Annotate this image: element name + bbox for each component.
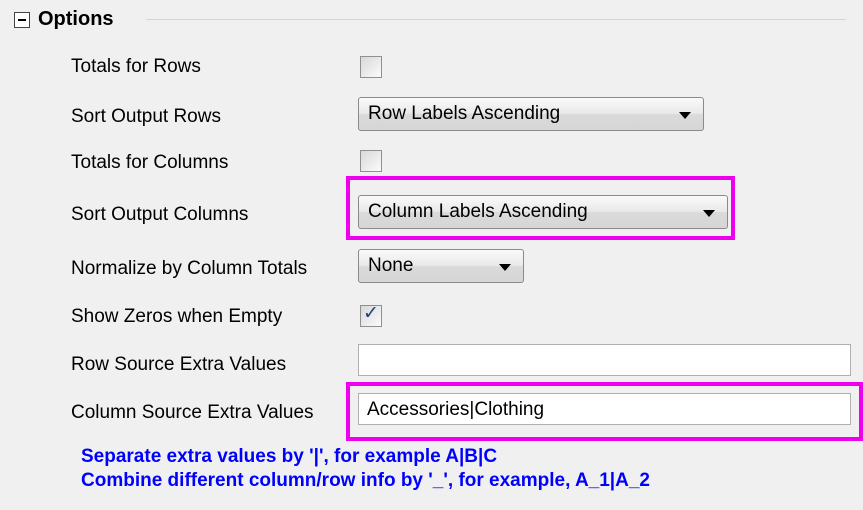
- totals-columns-checkbox[interactable]: [360, 150, 382, 172]
- chevron-down-icon: [679, 112, 691, 119]
- sort-columns-label: Sort Output Columns: [71, 204, 249, 225]
- normalize-dropdown[interactable]: None: [358, 249, 524, 283]
- group-divider: [146, 19, 846, 20]
- row-extra-input[interactable]: [358, 344, 851, 376]
- collapse-icon[interactable]: [14, 12, 30, 28]
- sort-rows-value: Row Labels Ascending: [368, 103, 561, 124]
- show-zeros-label: Show Zeros when Empty: [71, 306, 283, 327]
- row-extra-label: Row Source Extra Values: [71, 354, 287, 375]
- normalize-label: Normalize by Column Totals: [71, 258, 308, 279]
- sort-rows-dropdown[interactable]: Row Labels Ascending: [358, 97, 704, 131]
- sort-columns-highlight: [346, 176, 735, 240]
- col-extra-label: Column Source Extra Values: [71, 402, 314, 423]
- totals-rows-checkbox[interactable]: [360, 56, 382, 78]
- show-zeros-checkbox[interactable]: ✓: [360, 303, 382, 327]
- note-separate-values: Separate extra values by '|', for exampl…: [81, 446, 498, 467]
- normalize-value: None: [368, 255, 414, 276]
- checkmark-icon: ✓: [363, 303, 379, 324]
- totals-rows-label: Totals for Rows: [71, 56, 201, 77]
- note-combine-info: Combine different column/row info by '_'…: [81, 470, 650, 491]
- chevron-down-icon: [499, 264, 511, 271]
- group-title: Options: [38, 8, 114, 30]
- col-extra-highlight: [346, 382, 863, 441]
- sort-rows-label: Sort Output Rows: [71, 106, 221, 127]
- totals-columns-label: Totals for Columns: [71, 152, 229, 173]
